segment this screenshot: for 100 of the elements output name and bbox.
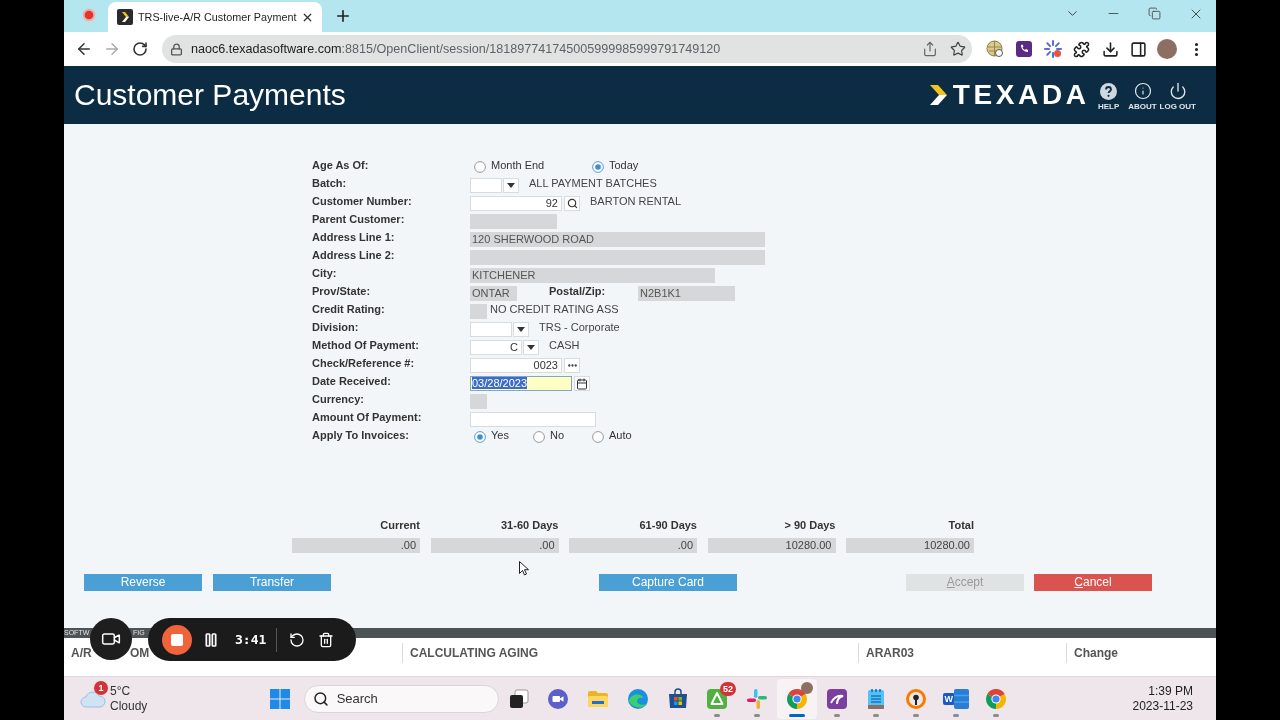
sparkle-icon[interactable] (1043, 40, 1062, 58)
star-icon[interactable] (950, 41, 966, 57)
field-label: Batch: (312, 176, 347, 190)
readonly-field: ONTAR (470, 286, 517, 301)
clock-date: 2023-11-23 (1132, 698, 1193, 714)
logo-chevron-icon (929, 85, 948, 105)
help-button[interactable]: HELP (1091, 82, 1126, 111)
cloud-icon[interactable] (80, 689, 106, 708)
calendar-button[interactable] (574, 376, 590, 391)
download-icon[interactable] (1101, 40, 1119, 58)
pause-icon[interactable] (203, 631, 219, 648)
radio-label[interactable]: Auto (609, 428, 632, 442)
video-chat-icon (546, 686, 571, 711)
stop-button[interactable] (162, 624, 192, 655)
clock-time: 1:39 PM (1148, 683, 1193, 699)
share-icon[interactable] (922, 41, 938, 57)
caret-icon (507, 183, 515, 188)
page-title: Customer Payments (74, 78, 346, 112)
field-label: Currency: (312, 392, 364, 406)
pinwheel-icon (745, 686, 769, 711)
keyhole-icon (904, 686, 928, 711)
field-description: BARTON RENTAL (590, 194, 682, 208)
about-button[interactable]: ABOUT (1125, 82, 1160, 111)
radio-label[interactable]: Today (609, 158, 639, 172)
avatar-icon[interactable] (1157, 39, 1178, 59)
readonly-field (470, 394, 487, 409)
globe-icon[interactable] (986, 40, 1005, 58)
field-label: Postal/Zip: (549, 284, 606, 298)
field-label: Customer Number: (312, 194, 412, 208)
avatar-icon (800, 681, 813, 694)
field-label: Address Line 2: (312, 248, 395, 262)
status-text: Change (1074, 646, 1118, 660)
phone-app-icon[interactable] (1015, 40, 1034, 58)
date-field[interactable]: 03/28/2023 (470, 376, 572, 391)
browser-tab[interactable]: TRS-live-A/R Customer Payment (108, 2, 322, 32)
swoosh-app-icon (824, 686, 849, 711)
amount-field: .00 (292, 538, 420, 553)
more-button[interactable] (564, 358, 580, 373)
restore-icon[interactable] (1148, 7, 1161, 20)
dropdown-field[interactable] (470, 178, 502, 193)
field-label: Age As Of: (312, 158, 369, 172)
power-icon (1168, 82, 1187, 100)
logout-button[interactable]: LOG OUT (1159, 82, 1196, 111)
input-field[interactable]: 92 (470, 196, 562, 211)
field-description: NO CREDIT RATING ASS (490, 302, 619, 316)
field-label: City: (312, 266, 337, 280)
lookup-button[interactable] (564, 196, 580, 211)
cancel-button[interactable]: Cancel (1034, 574, 1152, 591)
readonly-field: KITCHENER (470, 268, 715, 283)
dropdown-field[interactable] (470, 322, 512, 337)
help-icon (1100, 82, 1118, 100)
dropdown-button[interactable] (503, 178, 519, 193)
input-field[interactable] (470, 412, 596, 427)
radio-label[interactable]: Yes (491, 428, 509, 442)
app-letter: W (942, 692, 955, 705)
side-panel-icon[interactable] (1130, 40, 1148, 58)
dropdown-button[interactable] (513, 322, 529, 337)
field-label: Apply To Invoices: (312, 428, 409, 442)
new-tab-icon[interactable] (334, 7, 352, 25)
puzzle-icon[interactable] (1072, 40, 1090, 58)
input-field[interactable]: 0023 (470, 358, 562, 373)
radio-button[interactable] (474, 161, 486, 173)
column-header: 31-60 Days (501, 519, 559, 531)
dropdown-field[interactable]: C (470, 340, 522, 355)
dropdown-button[interactable] (523, 340, 539, 355)
field-description: TRS - Corporate (539, 320, 620, 334)
readonly-field (470, 304, 487, 319)
status-text: CALCULATING AGING (410, 646, 538, 660)
trash-icon[interactable] (318, 631, 335, 648)
taskbar-button[interactable]: W (935, 678, 976, 719)
lock-icon (170, 42, 183, 56)
radio-label[interactable]: No (550, 428, 565, 442)
field-description: CASH (549, 338, 580, 352)
calendar-icon (576, 377, 588, 390)
favicon-icon (117, 9, 133, 25)
column-header: 61-90 Days (639, 519, 697, 531)
radio-label[interactable]: Month End (491, 158, 545, 172)
search-field[interactable]: Search (303, 684, 499, 713)
swirl-icon (625, 686, 650, 711)
browser-icon (784, 686, 809, 711)
restart-icon[interactable] (289, 631, 306, 648)
status-text: A/R (71, 646, 92, 660)
field-label: Parent Customer: (312, 212, 405, 226)
status-text: ARAR03 (866, 646, 914, 660)
radio-button[interactable] (474, 431, 486, 443)
field-label: Division: (312, 320, 359, 334)
taskbar-button[interactable]: 52 (697, 678, 738, 719)
amount-field: 10280.00 (846, 538, 974, 553)
reload-icon[interactable] (132, 41, 148, 57)
field-label: Address Line 1: (312, 230, 395, 244)
back-icon[interactable] (75, 40, 93, 58)
radio-button[interactable] (592, 431, 604, 443)
amount-field: 10280.00 (707, 538, 836, 553)
address-bar[interactable]: naoc6.texadasoftware.com:8815/OpenClient/session/181897741745005999985999791749120 (162, 35, 972, 63)
start-icon[interactable] (269, 688, 290, 709)
field-label: Credit Rating: (312, 302, 385, 316)
radio-button[interactable] (533, 431, 545, 443)
field-label: Prov/State: (312, 284, 371, 298)
radio-button[interactable] (592, 161, 604, 173)
readonly-field: 120 SHERWOOD ROAD (470, 232, 765, 247)
